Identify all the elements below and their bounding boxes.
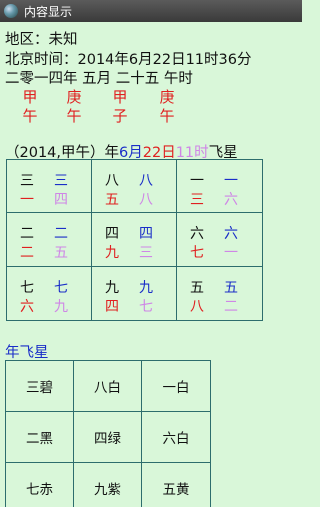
palace-char: 六 [190, 226, 204, 243]
palace-char: 六 [224, 192, 238, 208]
beijing-time-text: 北京时间：2014年6月22日11时36分 [5, 52, 252, 68]
palace-char: 七 [190, 245, 204, 262]
year-star-cell: 四绿 [74, 412, 142, 463]
palace-cell: 二 二 二 五 [7, 213, 92, 267]
palace-cell: 七 七 六 九 [7, 266, 92, 320]
palace-char: 二 [54, 226, 68, 243]
year-stem: 甲 [22, 88, 38, 106]
palace-char: 九 [105, 245, 119, 262]
palace-char: 三 [20, 173, 34, 189]
year-star-cell: 九紫 [74, 463, 142, 507]
palace-char: 七 [54, 279, 68, 296]
month-stem: 庚 [66, 88, 82, 106]
palace-char: 三 [54, 173, 68, 189]
palace-char: 八 [190, 298, 204, 315]
lunar-date-text: 二零一四年 五月 二十五 午时 [5, 71, 193, 87]
palace-cell: 五 五 八 二 [177, 267, 262, 320]
title-bar: 内容显示 [0, 0, 302, 22]
year-star-cell: 五黄 [142, 463, 210, 507]
palace-char: 三 [190, 192, 204, 208]
palace-char: 一 [224, 245, 238, 262]
palace-char: 五 [224, 279, 238, 296]
palace-char: 二 [224, 298, 238, 315]
palace-char: 八 [139, 192, 153, 208]
palace-char: 四 [105, 298, 119, 315]
palace-char: 九 [105, 279, 119, 296]
palace-char: 九 [139, 279, 153, 296]
palace-char: 五 [190, 279, 204, 296]
palace-char: 七 [20, 279, 34, 296]
window-title: 内容显示 [24, 4, 73, 19]
palace-char: 三 [139, 245, 153, 262]
palace-char: 一 [20, 192, 34, 208]
palace-char: 五 [54, 245, 68, 262]
year-flying-star-title: 年飞星 [5, 345, 49, 361]
location-text: 地区：未知 [5, 32, 78, 48]
palace-cell: 八 八 五 八 [92, 160, 177, 214]
palace-char: 二 [20, 245, 34, 262]
month-branch: 午 [66, 107, 82, 125]
palace-char: 五 [105, 192, 119, 208]
year-star-cell: 一白 [142, 361, 210, 412]
palace-char: 八 [105, 173, 119, 189]
year-flying-star-grid: 三碧 八白 一白 二黑 四绿 六白 七赤 九紫 五黄 [5, 360, 211, 507]
palace-cell: 四 四 九 三 [92, 213, 177, 267]
palace-char: 四 [105, 226, 119, 243]
month-flying-star-grid: 三 三 一 四 八 八 五 八 一 一 三 六 二 二 二 五 四 四 九 三 … [6, 159, 263, 321]
day-branch: 子 [112, 107, 128, 125]
palace-char: 九 [54, 298, 68, 315]
day-stem: 甲 [112, 88, 128, 106]
palace-char: 二 [20, 226, 34, 243]
palace-char: 六 [224, 226, 238, 243]
year-star-cell: 六白 [142, 412, 210, 463]
palace-cell: 一 一 三 六 [177, 160, 262, 214]
year-star-cell: 七赤 [6, 463, 74, 507]
palace-char: 四 [139, 226, 153, 243]
palace-char: 七 [139, 298, 153, 315]
year-star-cell: 三碧 [6, 361, 74, 412]
palace-cell: 三 三 一 四 [7, 160, 92, 214]
palace-cell: 九 九 四 七 [92, 266, 177, 320]
hour-branch: 午 [159, 107, 175, 125]
globe-icon [4, 4, 18, 18]
palace-cell: 六 六 七 一 [177, 213, 262, 267]
palace-char: 八 [139, 173, 153, 189]
palace-char: 一 [224, 173, 238, 189]
hour-stem: 庚 [159, 88, 175, 106]
palace-char: 一 [190, 173, 204, 189]
palace-char: 六 [20, 298, 34, 315]
year-star-cell: 八白 [74, 361, 142, 412]
year-branch: 午 [22, 107, 38, 125]
year-star-cell: 二黑 [6, 412, 74, 463]
palace-char: 四 [54, 192, 68, 208]
